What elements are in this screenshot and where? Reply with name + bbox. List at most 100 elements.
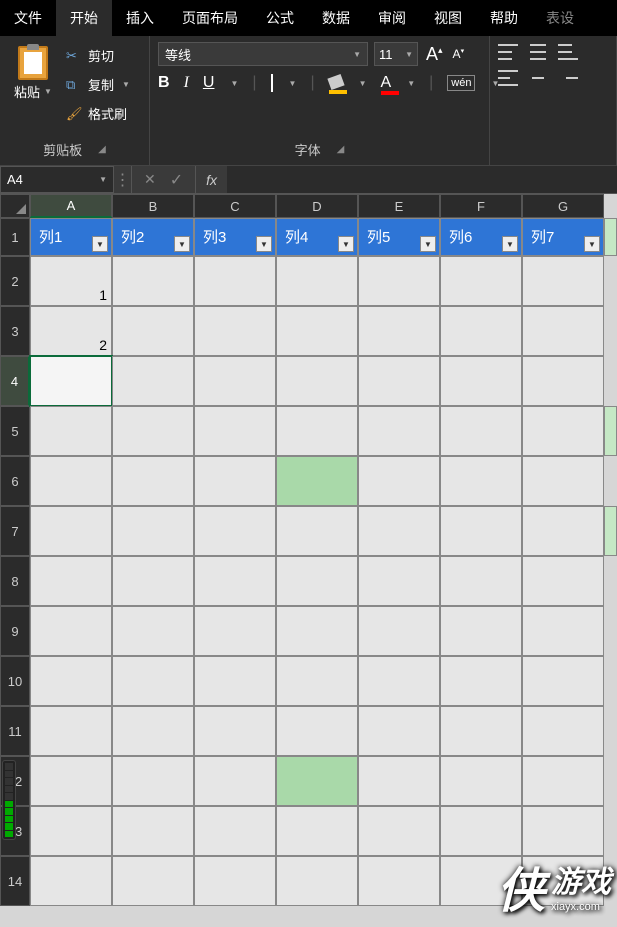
cell-E11[interactable] bbox=[358, 706, 440, 756]
cell-C1[interactable]: 列3▼ bbox=[194, 218, 276, 256]
cell-B9[interactable] bbox=[112, 606, 194, 656]
column-header-C[interactable]: C bbox=[194, 194, 276, 218]
row-header-4[interactable]: 4 bbox=[0, 356, 30, 406]
cell-C11[interactable] bbox=[194, 706, 276, 756]
tab-formula[interactable]: 公式 bbox=[252, 0, 308, 36]
cell-F5[interactable] bbox=[440, 406, 522, 456]
cell-F11[interactable] bbox=[440, 706, 522, 756]
cell-C9[interactable] bbox=[194, 606, 276, 656]
cell-C8[interactable] bbox=[194, 556, 276, 606]
cell-D5[interactable] bbox=[276, 406, 358, 456]
font-name-select[interactable]: 等线▼ bbox=[158, 42, 368, 66]
font-size-select[interactable]: 11▼ bbox=[374, 42, 418, 66]
cell-A11[interactable] bbox=[30, 706, 112, 756]
cell-E4[interactable] bbox=[358, 356, 440, 406]
row-header-14[interactable]: 14 bbox=[0, 856, 30, 906]
increase-font-button[interactable]: A▴ bbox=[424, 44, 445, 65]
cell-D11[interactable] bbox=[276, 706, 358, 756]
cell-D4[interactable] bbox=[276, 356, 358, 406]
tab-home[interactable]: 开始 bbox=[56, 0, 112, 36]
cell-C2[interactable] bbox=[194, 256, 276, 306]
enter-formula-button[interactable]: ✓ bbox=[170, 170, 183, 190]
filter-dropdown-icon[interactable]: ▼ bbox=[420, 236, 436, 252]
cell-E5[interactable] bbox=[358, 406, 440, 456]
row-header-11[interactable]: 11 bbox=[0, 706, 30, 756]
tab-file[interactable]: 文件 bbox=[0, 0, 56, 36]
cell-G4[interactable] bbox=[522, 356, 604, 406]
italic-button[interactable]: I bbox=[184, 74, 189, 92]
cell-G7[interactable] bbox=[522, 506, 604, 556]
cell-C12[interactable] bbox=[194, 756, 276, 806]
cell-B14[interactable] bbox=[112, 856, 194, 906]
cell-B1[interactable]: 列2▼ bbox=[112, 218, 194, 256]
row-header-2[interactable]: 2 bbox=[0, 256, 30, 306]
cell-G8[interactable] bbox=[522, 556, 604, 606]
cell-D6[interactable] bbox=[276, 456, 358, 506]
underline-button[interactable]: U bbox=[203, 74, 215, 92]
cell-A10[interactable] bbox=[30, 656, 112, 706]
cell-A13[interactable] bbox=[30, 806, 112, 856]
align-center-button[interactable] bbox=[528, 70, 548, 86]
cell-E13[interactable] bbox=[358, 806, 440, 856]
tab-data[interactable]: 数据 bbox=[308, 0, 364, 36]
cell-G6[interactable] bbox=[522, 456, 604, 506]
cell-E2[interactable] bbox=[358, 256, 440, 306]
row-header-6[interactable]: 6 bbox=[0, 456, 30, 506]
filter-dropdown-icon[interactable]: ▼ bbox=[502, 236, 518, 252]
cell-A1[interactable]: 列1▼ bbox=[30, 218, 112, 256]
column-header-E[interactable]: E bbox=[358, 194, 440, 218]
align-top-button[interactable] bbox=[498, 44, 518, 60]
align-left-button[interactable] bbox=[498, 70, 518, 86]
cell-C6[interactable] bbox=[194, 456, 276, 506]
cell-F13[interactable] bbox=[440, 806, 522, 856]
cell-G3[interactable] bbox=[522, 306, 604, 356]
align-bottom-button[interactable] bbox=[558, 44, 578, 60]
cell-F8[interactable] bbox=[440, 556, 522, 606]
font-color-button[interactable]: A bbox=[381, 74, 392, 92]
cell-B6[interactable] bbox=[112, 456, 194, 506]
cell-F2[interactable] bbox=[440, 256, 522, 306]
cell-B5[interactable] bbox=[112, 406, 194, 456]
cell-B7[interactable] bbox=[112, 506, 194, 556]
cell-E10[interactable] bbox=[358, 656, 440, 706]
row-header-5[interactable]: 5 bbox=[0, 406, 30, 456]
tab-help[interactable]: 帮助 bbox=[476, 0, 532, 36]
formula-input[interactable] bbox=[227, 166, 617, 193]
cell-B8[interactable] bbox=[112, 556, 194, 606]
cell-F10[interactable] bbox=[440, 656, 522, 706]
phonetic-button[interactable]: wén bbox=[447, 75, 475, 91]
dialog-launcher-icon[interactable]: ◢ bbox=[98, 144, 106, 155]
cell-A12[interactable] bbox=[30, 756, 112, 806]
cell-G5[interactable] bbox=[522, 406, 604, 456]
cancel-formula-button[interactable]: ✕ bbox=[144, 171, 156, 188]
cell-F9[interactable] bbox=[440, 606, 522, 656]
cell-E8[interactable] bbox=[358, 556, 440, 606]
cell-E7[interactable] bbox=[358, 506, 440, 556]
cell-E6[interactable] bbox=[358, 456, 440, 506]
cell-G13[interactable] bbox=[522, 806, 604, 856]
cell-D3[interactable] bbox=[276, 306, 358, 356]
filter-dropdown-icon[interactable]: ▼ bbox=[92, 236, 108, 252]
cell-B11[interactable] bbox=[112, 706, 194, 756]
cell-F3[interactable] bbox=[440, 306, 522, 356]
cell-F7[interactable] bbox=[440, 506, 522, 556]
filter-dropdown-icon[interactable]: ▼ bbox=[584, 236, 600, 252]
cut-button[interactable]: ✂剪切 bbox=[62, 44, 134, 67]
dialog-launcher-icon[interactable]: ◢ bbox=[337, 144, 345, 155]
row-header-8[interactable]: 8 bbox=[0, 556, 30, 606]
cell-G10[interactable] bbox=[522, 656, 604, 706]
cell-F4[interactable] bbox=[440, 356, 522, 406]
fill-color-button[interactable] bbox=[329, 75, 343, 91]
cell-D10[interactable] bbox=[276, 656, 358, 706]
align-middle-button[interactable] bbox=[528, 44, 548, 60]
cell-E12[interactable] bbox=[358, 756, 440, 806]
cell-B3[interactable] bbox=[112, 306, 194, 356]
cell-F6[interactable] bbox=[440, 456, 522, 506]
fx-label[interactable]: fx bbox=[196, 166, 227, 193]
cell-C7[interactable] bbox=[194, 506, 276, 556]
cell-A5[interactable] bbox=[30, 406, 112, 456]
tab-insert[interactable]: 插入 bbox=[112, 0, 168, 36]
cell-B2[interactable] bbox=[112, 256, 194, 306]
format-painter-button[interactable]: 🖌格式刷 bbox=[62, 102, 134, 125]
cell-D13[interactable] bbox=[276, 806, 358, 856]
